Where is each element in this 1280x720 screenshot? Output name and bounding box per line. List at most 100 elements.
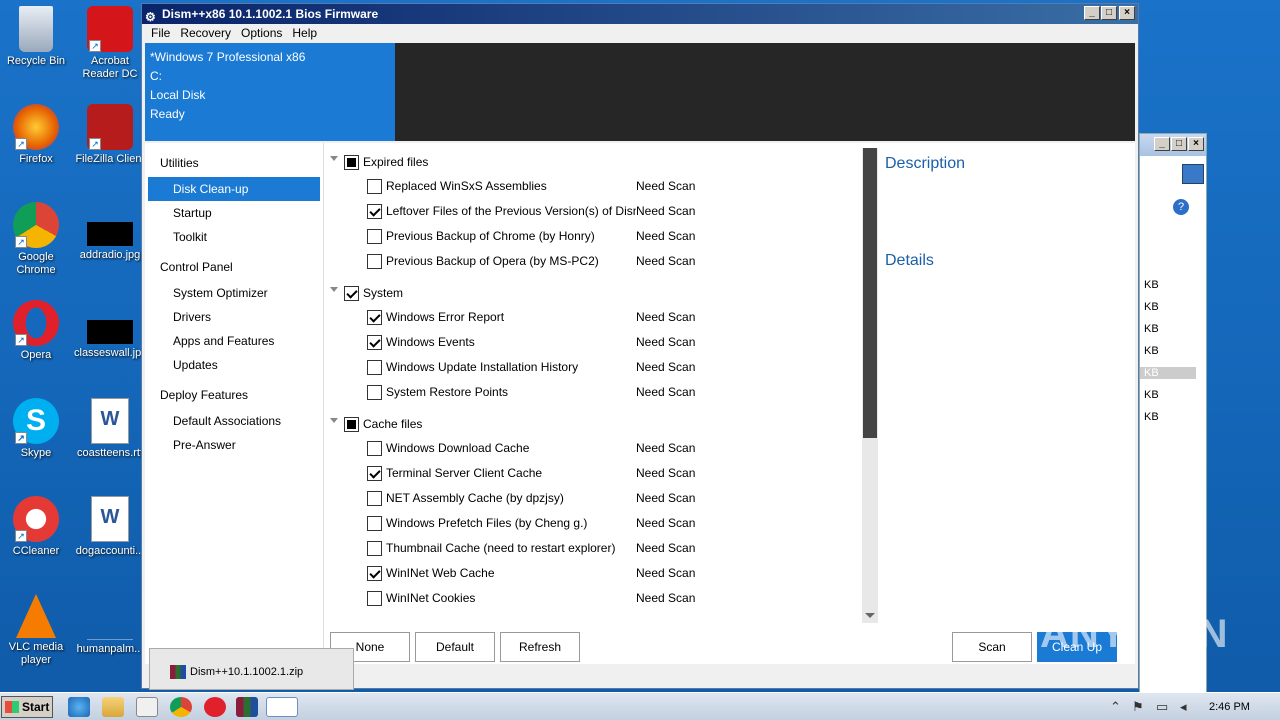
help-icon[interactable]: ? xyxy=(1173,199,1189,215)
item-checkbox[interactable] xyxy=(367,360,382,375)
desktop-icon-acrobat[interactable]: ↗ Acrobat Reader DC xyxy=(74,6,146,81)
item-checkbox[interactable] xyxy=(367,254,382,269)
menu-help[interactable]: Help xyxy=(287,24,322,42)
item-checkbox[interactable] xyxy=(367,466,382,481)
desktop-icon-dogaccounting[interactable]: W dogaccounti... xyxy=(74,496,146,558)
opera-icon[interactable] xyxy=(204,697,226,717)
show-hidden-icons[interactable]: ⌃ xyxy=(1110,699,1121,715)
item-status: Need Scan xyxy=(636,310,696,324)
item-checkbox[interactable] xyxy=(367,566,382,581)
search-icon[interactable] xyxy=(1182,164,1204,184)
skype-icon: S ↗ xyxy=(13,398,59,444)
list-scrollbar[interactable] xyxy=(862,148,878,623)
sidebar-item-disk-cleanup[interactable]: Disk Clean-up xyxy=(148,177,320,201)
start-label: Start xyxy=(22,700,50,714)
nav-section-deploy-features[interactable]: Deploy Features xyxy=(145,381,323,409)
desktop-icon-coastteens[interactable]: W coastteens.rtf xyxy=(74,398,146,460)
item-checkbox[interactable] xyxy=(367,335,382,350)
action-center-flag-icon[interactable]: ⚑ xyxy=(1132,699,1144,715)
gear-icon: ⚙ xyxy=(145,10,156,24)
desktop-icon-filezilla[interactable]: ↗ FileZilla Client xyxy=(74,104,146,166)
cleanup-item: Terminal Server Client Cache Need Scan xyxy=(327,461,857,486)
taskbar-thumbnail-popup[interactable]: Dism++10.1.1002.1.zip xyxy=(149,648,354,690)
group-checkbox[interactable] xyxy=(344,155,359,170)
desktop-icon-recycle-bin[interactable]: Recycle Bin xyxy=(0,6,72,68)
item-checkbox[interactable] xyxy=(367,591,382,606)
desktop-icon-chrome[interactable]: ↗ Google Chrome xyxy=(0,202,72,277)
scroll-down-arrow-icon[interactable] xyxy=(865,613,875,618)
opera-icon: ↗ xyxy=(13,300,59,346)
desktop-icon-humanpalm[interactable]: humanpalm... xyxy=(74,594,146,656)
item-label: Windows Error Report xyxy=(386,310,505,324)
scan-button[interactable]: Scan xyxy=(952,632,1032,662)
nav-section-control-panel[interactable]: Control Panel xyxy=(145,253,323,281)
item-checkbox[interactable] xyxy=(367,310,382,325)
item-checkbox[interactable] xyxy=(367,516,382,531)
item-label: Windows Events xyxy=(386,335,475,349)
sidebar-item-toolkit[interactable]: Toolkit xyxy=(145,225,323,249)
collapse-arrow-icon[interactable] xyxy=(330,287,338,292)
chrome-icon[interactable] xyxy=(170,697,192,717)
menu-options[interactable]: Options xyxy=(236,24,287,42)
network-icon[interactable]: ▭ xyxy=(1156,699,1168,715)
desktop-icon-opera[interactable]: ↗ Opera xyxy=(0,300,72,362)
collapse-arrow-icon[interactable] xyxy=(330,418,338,423)
collapse-arrow-icon[interactable] xyxy=(330,156,338,161)
dism-taskbar-button[interactable] xyxy=(266,697,298,717)
group-checkbox[interactable] xyxy=(344,286,359,301)
group-checkbox[interactable] xyxy=(344,417,359,432)
explorer-folder-icon[interactable] xyxy=(102,697,124,717)
close-button[interactable]: × xyxy=(1188,137,1204,151)
item-checkbox[interactable] xyxy=(367,229,382,244)
cleanup-item: WinINet Cookies Need Scan xyxy=(327,586,857,611)
desktop-icon-ccleaner[interactable]: ↗ CCleaner xyxy=(0,496,72,558)
sidebar-item-updates[interactable]: Updates xyxy=(145,353,323,377)
item-checkbox[interactable] xyxy=(367,441,382,456)
refresh-button[interactable]: Refresh xyxy=(500,632,580,662)
volume-icon[interactable]: ◂ xyxy=(1180,699,1187,715)
item-status: Need Scan xyxy=(636,541,696,555)
item-checkbox[interactable] xyxy=(367,541,382,556)
close-button[interactable]: × xyxy=(1119,6,1135,20)
desktop-icon-skype[interactable]: S ↗ Skype xyxy=(0,398,72,460)
minimize-button[interactable]: _ xyxy=(1154,137,1170,151)
item-checkbox[interactable] xyxy=(367,385,382,400)
item-checkbox[interactable] xyxy=(367,491,382,506)
minimize-button[interactable]: _ xyxy=(1084,6,1100,20)
maximize-button[interactable]: □ xyxy=(1171,137,1187,151)
system-clock[interactable]: 2:46 PM xyxy=(1209,701,1250,713)
desktop-icon-addradio[interactable]: addradio.jpg xyxy=(74,202,146,262)
sidebar-item-drivers[interactable]: Drivers xyxy=(145,305,323,329)
vlc-icon xyxy=(16,594,56,638)
sidebar-item-startup[interactable]: Startup xyxy=(145,201,323,225)
item-label: Previous Backup of Opera (by MS-PC2) xyxy=(386,254,599,268)
image-file-icon xyxy=(87,320,133,344)
sidebar-item-apps-features[interactable]: Apps and Features xyxy=(145,329,323,353)
session-selector[interactable]: *Windows 7 Professional x86 C: Local Dis… xyxy=(145,43,395,141)
sidebar-item-system-optimizer[interactable]: System Optimizer xyxy=(145,281,323,305)
internet-explorer-icon[interactable] xyxy=(68,697,90,717)
item-checkbox[interactable] xyxy=(367,179,382,194)
winrar-icon[interactable] xyxy=(236,697,258,717)
maximize-button[interactable]: □ xyxy=(1101,6,1117,20)
sidebar-item-pre-answer[interactable]: Pre-Answer xyxy=(145,433,323,457)
desktop-icon-firefox[interactable]: ↗ Firefox xyxy=(0,104,72,166)
sidebar-item-default-associations[interactable]: Default Associations xyxy=(145,409,323,433)
start-button[interactable]: Start xyxy=(1,696,53,718)
item-status: Need Scan xyxy=(636,441,696,455)
cleanup-item: Previous Backup of Chrome (by Honry) Need… xyxy=(327,224,857,249)
menu-recovery[interactable]: Recovery xyxy=(175,24,236,42)
scrollbar-thumb[interactable] xyxy=(863,148,877,438)
window-titlebar[interactable]: ⚙ Dism++x86 10.1.1002.1 Bios Firmware _ … xyxy=(142,4,1138,24)
cleanup-list: Expired files Replaced WinSxS Assemblies… xyxy=(327,143,857,621)
drive-letter: C: xyxy=(150,69,162,83)
item-status: Need Scan xyxy=(636,335,696,349)
desktop-icon-vlc[interactable]: VLC media player xyxy=(0,594,72,667)
menu-file[interactable]: File xyxy=(146,24,175,42)
cleanup-item: Windows Download Cache Need Scan xyxy=(327,436,857,461)
item-checkbox[interactable] xyxy=(367,204,382,219)
nav-section-utilities[interactable]: Utilities xyxy=(145,149,323,177)
desktop-icon-classeswall[interactable]: classeswall.jpg xyxy=(74,300,147,360)
media-player-icon[interactable] xyxy=(136,697,158,717)
default-button[interactable]: Default xyxy=(415,632,495,662)
